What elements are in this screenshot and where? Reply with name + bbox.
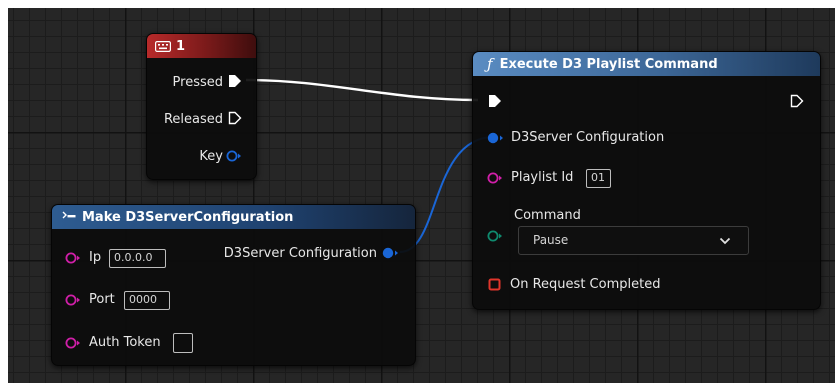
key-label: Key <box>199 149 223 164</box>
function-icon: ƒ <box>487 55 493 73</box>
playlist-id-label: Playlist Id <box>511 170 574 185</box>
exec-in-pin[interactable] <box>488 94 502 108</box>
server-config-struct-pin[interactable] <box>487 131 505 145</box>
chevron-down-icon <box>719 237 731 245</box>
ip-input[interactable]: 0.0.0.0 <box>109 249 166 268</box>
port-label: Port <box>89 292 115 307</box>
command-label: Command <box>514 208 581 223</box>
port-string-pin[interactable] <box>65 293 83 307</box>
make-node-header[interactable]: Make D3ServerConfiguration <box>52 205 415 229</box>
execute-node-header[interactable]: ƒ Execute D3 Playlist Command <box>473 52 820 76</box>
command-dropdown[interactable]: Pause <box>518 226 749 255</box>
server-config-label: D3Server Configuration <box>511 130 665 145</box>
released-label: Released <box>163 112 223 127</box>
playlist-id-string-pin[interactable] <box>487 171 505 185</box>
ip-label: Ip <box>89 250 102 265</box>
key-node-title: 1 <box>176 38 186 54</box>
key-node-header[interactable]: 1 <box>147 34 256 58</box>
execute-node-title: Execute D3 Playlist Command <box>499 56 718 72</box>
on-request-completed-delegate-pin[interactable] <box>488 278 502 292</box>
auth-token-input[interactable] <box>173 333 193 353</box>
outer-border-top <box>0 0 835 8</box>
output-server-config-struct-pin[interactable] <box>382 246 400 260</box>
pressed-exec-pin[interactable] <box>228 74 242 88</box>
ip-string-pin[interactable] <box>65 251 83 265</box>
command-dropdown-value: Pause <box>533 233 569 247</box>
keyboard-icon <box>155 40 171 52</box>
exec-wire[interactable] <box>245 78 479 102</box>
make-d3serverconfiguration-node[interactable]: Make D3ServerConfiguration Ip 0.0.0.0 D3… <box>51 204 416 366</box>
released-exec-pin[interactable] <box>228 111 242 125</box>
on-request-completed-label: On Request Completed <box>510 277 661 292</box>
output-server-config-label: D3Server Configuration <box>223 246 377 261</box>
make-node-title: Make D3ServerConfiguration <box>82 209 294 225</box>
auth-token-string-pin[interactable] <box>65 336 83 350</box>
command-enum-pin[interactable] <box>487 229 505 243</box>
outer-border-left <box>0 0 8 383</box>
execute-d3-playlist-command-node[interactable]: ƒ Execute D3 Playlist Command D3Server C… <box>472 51 821 310</box>
exec-out-pin[interactable] <box>790 94 804 108</box>
make-struct-icon <box>62 211 76 219</box>
port-input[interactable]: 0000 <box>124 291 170 310</box>
playlist-id-input[interactable]: 01 <box>586 169 611 188</box>
key-event-node[interactable]: 1 Pressed Released Key <box>146 33 257 180</box>
pressed-label: Pressed <box>172 75 223 90</box>
auth-token-label: Auth Token <box>89 335 161 350</box>
key-struct-pin[interactable] <box>226 149 242 163</box>
blueprint-graph-canvas[interactable]: 1 Pressed Released Key ƒ Execute D3 Play… <box>0 0 835 383</box>
